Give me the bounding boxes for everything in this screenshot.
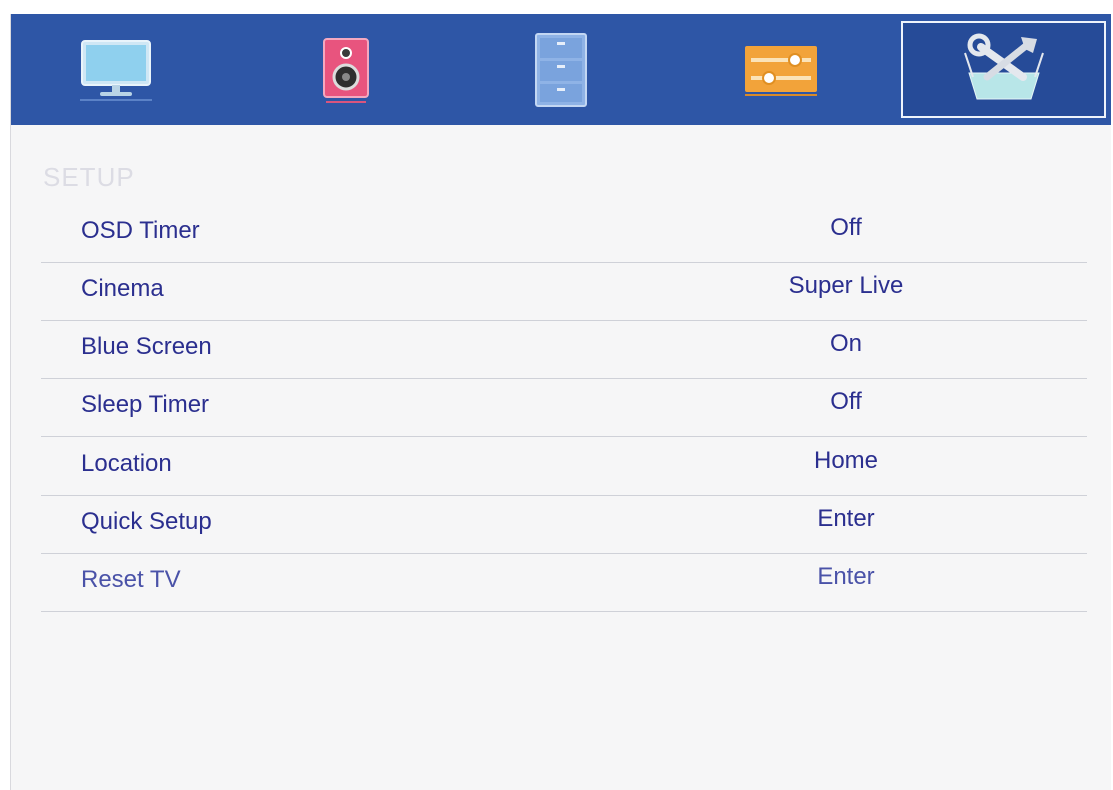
speaker-icon bbox=[323, 37, 369, 103]
menu-row-value: Super Live bbox=[788, 272, 904, 299]
tab-sound[interactable] bbox=[256, 14, 436, 125]
menu-row-value: Enter bbox=[817, 563, 875, 590]
menu-row-cinema[interactable]: Cinema Super Live bbox=[41, 262, 1087, 321]
menu-row-label: Sleep Timer bbox=[81, 391, 210, 418]
section-title: SETUP bbox=[43, 162, 135, 192]
menu-row-location[interactable]: Location Home bbox=[41, 437, 1087, 496]
tab-setup[interactable] bbox=[901, 21, 1106, 118]
tab-picture[interactable] bbox=[26, 14, 206, 125]
menu-row-label: Blue Screen bbox=[81, 333, 212, 360]
menu-row-label: OSD Timer bbox=[81, 217, 200, 244]
menu-row-value: Off bbox=[830, 214, 862, 241]
menu-row-label: Location bbox=[81, 450, 172, 477]
menu-row-value: On bbox=[829, 330, 862, 357]
sliders-icon bbox=[745, 45, 817, 96]
menu-row-value: Home bbox=[813, 447, 879, 474]
menu-row-label: Quick Setup bbox=[81, 508, 212, 535]
menu-row-value: Off bbox=[830, 388, 862, 415]
menu-row-blue-screen[interactable]: Blue Screen On bbox=[41, 320, 1087, 379]
menu-row-sleep-timer[interactable]: Sleep Timer Off bbox=[41, 378, 1087, 437]
menu-row-osd-timer[interactable]: OSD Timer Off bbox=[41, 204, 1087, 263]
menu-row-quick-setup[interactable]: Quick Setup Enter bbox=[41, 495, 1087, 554]
cabinet-icon bbox=[535, 32, 587, 107]
tab-channel[interactable] bbox=[471, 14, 651, 125]
tab-features[interactable] bbox=[691, 14, 871, 125]
osd-menu: SETUP OSD Timer Off Cinema Super Live Bl… bbox=[10, 14, 1111, 790]
category-tab-bar bbox=[11, 14, 1111, 125]
menu-row-label: Cinema bbox=[81, 275, 164, 302]
menu-row-label: Reset TV bbox=[81, 566, 181, 593]
menu-row-reset-tv[interactable]: Reset TV Enter bbox=[41, 553, 1087, 612]
menu-row-value: Enter bbox=[817, 505, 875, 532]
monitor-icon bbox=[80, 39, 152, 101]
tools-icon bbox=[963, 33, 1044, 99]
